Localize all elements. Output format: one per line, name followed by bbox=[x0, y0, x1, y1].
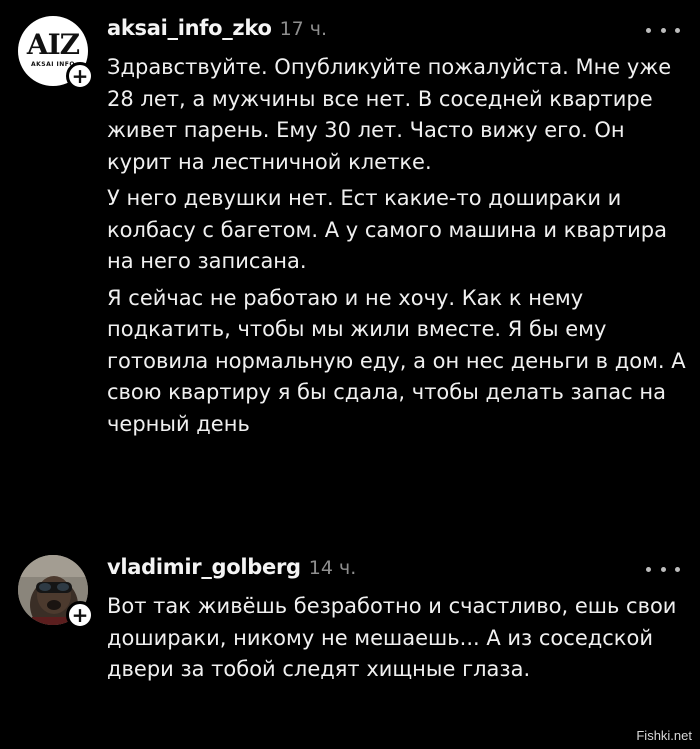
plus-icon: + bbox=[71, 603, 89, 627]
more-dots-icon bbox=[646, 566, 651, 572]
timestamp: 17 ч. bbox=[279, 18, 328, 40]
plus-icon: + bbox=[71, 64, 89, 88]
avatar-container[interactable]: + bbox=[18, 555, 94, 629]
more-dots-icon bbox=[660, 27, 666, 33]
more-dots-icon bbox=[660, 566, 666, 572]
comment-paragraph: Здравствуйте. Опубликуйте пожалуйста. Мн… bbox=[107, 55, 672, 174]
comment-body: Вот так живёшь безработно и счастливо, е… bbox=[107, 591, 687, 691]
more-dots-icon bbox=[646, 27, 651, 33]
comment-paragraph: Вот так живёшь безработно и счастливо, е… bbox=[107, 594, 677, 681]
watermark: Fishki.net bbox=[636, 728, 692, 743]
username[interactable]: vladimir_golberg bbox=[107, 555, 301, 579]
more-options-button[interactable] bbox=[646, 20, 680, 40]
more-dots-icon bbox=[675, 566, 680, 572]
comment-header: vladimir_golberg 14 ч. bbox=[107, 555, 356, 587]
comment-paragraph: У него девушки нет. Ест какие-то доширак… bbox=[107, 186, 668, 273]
follow-plus-button[interactable]: + bbox=[66, 601, 94, 629]
follow-plus-button[interactable]: + bbox=[66, 62, 94, 90]
username[interactable]: aksai_info_zko bbox=[107, 16, 272, 40]
timestamp: 14 ч. bbox=[308, 557, 357, 579]
comment-paragraph: Я сейчас не работаю и не хочу. Как к нем… bbox=[107, 285, 686, 436]
avatar-container[interactable]: AIZ AKSAI INFO + bbox=[18, 16, 94, 90]
more-options-button[interactable] bbox=[646, 559, 680, 579]
comment-header: aksai_info_zko 17 ч. bbox=[107, 16, 327, 48]
avatar-logo-text: AIZ bbox=[26, 27, 80, 61]
more-dots-icon bbox=[675, 27, 680, 33]
comment-body: Здравствуйте. Опубликуйте пожалуйста. Мн… bbox=[107, 52, 687, 445]
